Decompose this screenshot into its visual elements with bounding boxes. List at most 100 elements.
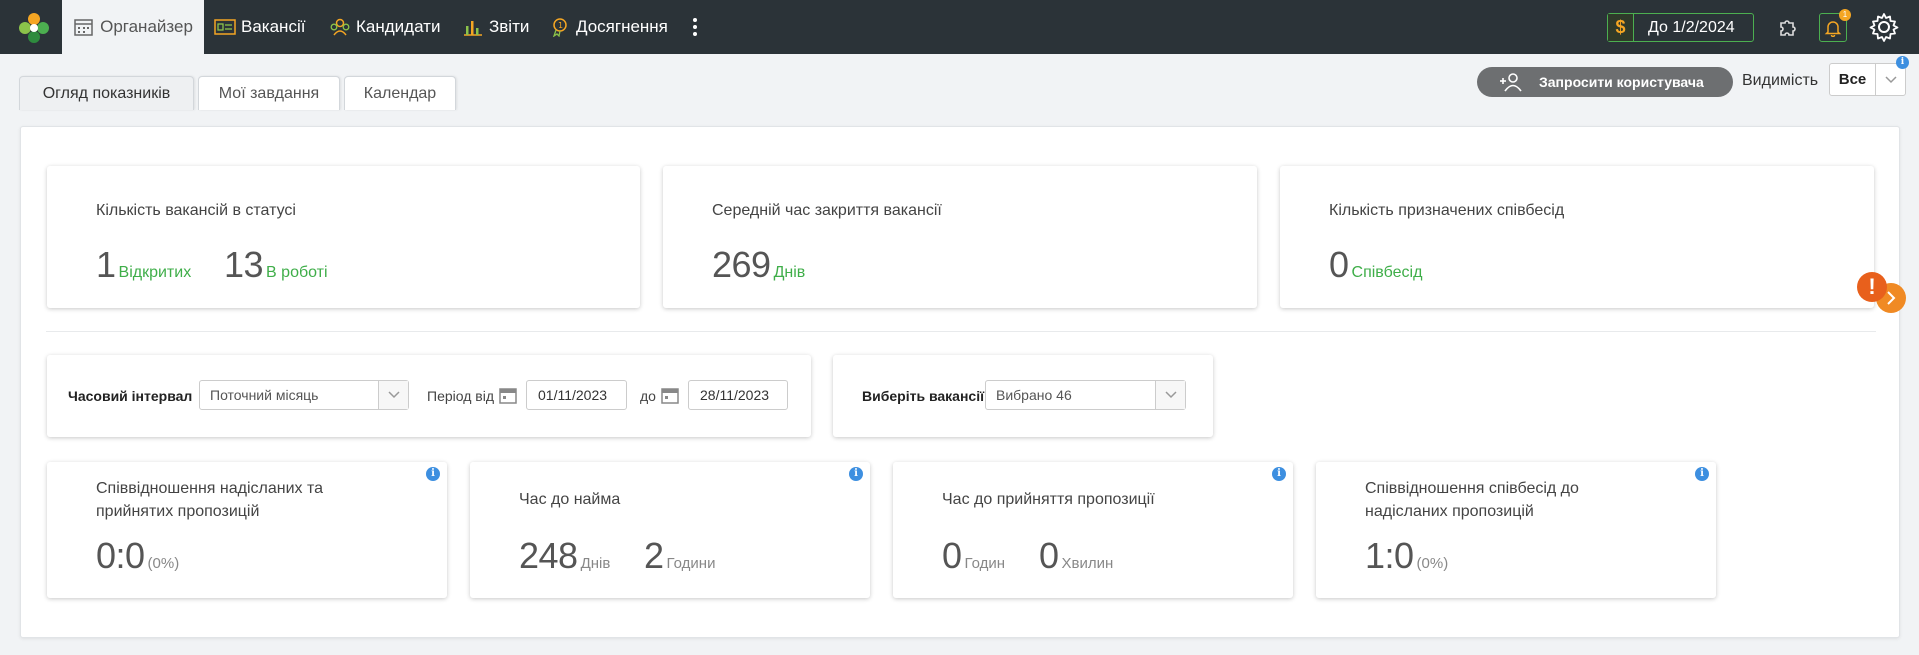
time-to-hire-card: Час до найма i 248 Днів 2 Години	[470, 462, 870, 598]
info-icon[interactable]: i	[1695, 467, 1709, 481]
metric-ratio: 0:0 (0%)	[96, 535, 179, 577]
period-to-label: до	[640, 388, 656, 404]
nav-vacancies-label: Вакансії	[241, 17, 306, 36]
card-title: Час до найма	[519, 491, 621, 508]
puzzle-icon[interactable]	[1777, 15, 1801, 39]
metric-note: (0%)	[147, 555, 180, 572]
card-title: Кількість призначених співбесід	[1329, 202, 1565, 219]
metric-unit: Відкритих	[118, 264, 192, 281]
subscription-label: До 1/2/2024	[1648, 18, 1735, 36]
metric-value: 0:0	[96, 535, 145, 576]
nav-reports[interactable]: Звіти	[462, 0, 529, 54]
alert-icon[interactable]: !	[1857, 272, 1887, 302]
metric-days: 248 Днів	[519, 535, 610, 577]
vacancies-select[interactable]: Вибрано 46	[985, 380, 1186, 410]
vacancy-icon	[214, 19, 236, 35]
interviews-count-card: Кількість призначених співбесід 0 Співбе…	[1280, 166, 1874, 308]
nav-organizer[interactable]: Органайзер	[62, 0, 204, 54]
nav-organizer-label: Органайзер	[100, 17, 193, 36]
more-menu-icon[interactable]	[690, 16, 700, 38]
calendar-icon[interactable]	[498, 385, 518, 405]
nav-vacancies[interactable]: Вакансії	[214, 0, 305, 54]
avg-close-time-card: Середній час закриття вакансії 269 Днів	[663, 166, 1257, 308]
interval-select[interactable]: Поточний місяць	[199, 380, 409, 410]
open-vacancies-card: Кількість вакансій в статусі 1 Відкритих…	[47, 166, 640, 308]
metric-unit: Години	[666, 555, 716, 572]
nav-achievements[interactable]: 1 Досягнення	[549, 0, 668, 54]
time-filter-card: Часовий інтервал Поточний місяць Період …	[47, 355, 811, 437]
card-title: Час до прийняття пропозиції	[942, 491, 1155, 508]
top-navbar: Органайзер Вакансії Кандидати Звіти 1 До…	[0, 0, 1919, 54]
card-title: Співвідношення співбесід до надісланих пр…	[1365, 480, 1579, 520]
metric-unit: Хвилин	[1061, 555, 1114, 572]
nav-achievements-label: Досягнення	[576, 17, 668, 36]
metric-unit: Днів	[773, 264, 806, 281]
time-to-accept-card: Час до прийняття пропозиції i 0 Годин 0 …	[893, 462, 1293, 598]
metric-value: 269	[712, 244, 771, 285]
metric-ratio: 1:0 (0%)	[1365, 535, 1448, 577]
info-icon[interactable]: i	[1896, 56, 1909, 69]
logo-icon[interactable]	[18, 12, 50, 44]
nav-candidates-label: Кандидати	[356, 17, 441, 36]
visibility-label: Видимість	[1742, 72, 1819, 89]
interval-value: Поточний місяць	[210, 387, 319, 403]
notification-badge: 1	[1839, 9, 1851, 21]
metric-value: 13	[224, 244, 264, 285]
subscription-button[interactable]: $ До 1/2/2024	[1607, 13, 1754, 42]
add-user-icon	[1500, 73, 1522, 92]
metric-value: 0	[1039, 535, 1059, 576]
metric-note: (0%)	[1416, 555, 1449, 572]
metric-days: 269 Днів	[712, 244, 805, 286]
metric-in-progress: 13 В роботі	[224, 244, 328, 286]
invite-user-label: Запросити користувача	[1539, 74, 1704, 90]
info-icon[interactable]: i	[849, 467, 863, 481]
calendar-icon[interactable]	[660, 385, 680, 405]
metric-value: 2	[644, 535, 664, 576]
vacancies-label: Виберіть вакансії	[862, 388, 985, 404]
visibility-select[interactable]: Все	[1829, 63, 1906, 96]
bell-icon	[1824, 20, 1842, 37]
interval-label: Часовий інтервал	[68, 388, 193, 404]
offers-ratio-card: Співвідношення надісланих та прийнятих пр…	[47, 462, 447, 598]
tab-calendar[interactable]: Календар	[344, 76, 456, 110]
metric-unit: Днів	[580, 555, 611, 572]
metric-unit: Співбесід	[1351, 264, 1423, 281]
chevron-down-icon	[1164, 391, 1177, 399]
svg-text:1: 1	[558, 21, 563, 30]
metric-open: 1 Відкритих	[96, 244, 191, 286]
metric-hours: 2 Години	[644, 535, 715, 577]
metric-value: 0	[942, 535, 962, 576]
metric-minutes: 0 Хвилин	[1039, 535, 1113, 577]
info-icon[interactable]: i	[1272, 467, 1286, 481]
tab-my-tasks[interactable]: Мої завдання	[198, 76, 340, 110]
period-from-label: Період від	[427, 388, 494, 404]
card-title: Середній час закриття вакансії	[712, 202, 942, 219]
card-title: Кількість вакансій в статусі	[96, 202, 296, 219]
reports-icon	[464, 21, 482, 36]
chevron-down-icon	[387, 391, 400, 399]
vacancies-filter-card: Виберіть вакансії Вибрано 46	[833, 355, 1213, 437]
info-icon[interactable]: i	[426, 467, 440, 481]
metric-value: 1	[96, 244, 116, 285]
divider	[46, 331, 1876, 332]
dashboard-panel: Кількість вакансій в статусі 1 Відкритих…	[20, 126, 1900, 638]
interviews-offers-ratio-card: Співвідношення співбесід до надісланих пр…	[1316, 462, 1716, 598]
candidates-icon	[330, 18, 350, 36]
metric-value: 0	[1329, 244, 1349, 285]
dollar-icon: $	[1608, 14, 1634, 41]
date-from-input[interactable]: 01/11/2023	[526, 380, 627, 410]
metric-value: 248	[519, 535, 578, 576]
metric-hours: 0 Годин	[942, 535, 1005, 577]
invite-user-button[interactable]: Запросити користувача	[1477, 67, 1733, 97]
tab-overview[interactable]: Огляд показників	[19, 76, 194, 110]
metric-value: 1:0	[1365, 535, 1414, 576]
date-to-input[interactable]: 28/11/2023	[688, 380, 788, 410]
chevron-down-icon	[1884, 75, 1897, 83]
nav-candidates[interactable]: Кандидати	[329, 0, 440, 54]
calendar-icon	[74, 19, 93, 36]
gear-icon[interactable]	[1868, 11, 1900, 43]
metric-unit: В роботі	[266, 264, 328, 281]
achievements-icon: 1	[552, 18, 567, 37]
card-title: Співвідношення надісланих та прийнятих пр…	[96, 480, 324, 520]
vacancies-value: Вибрано 46	[996, 387, 1072, 403]
